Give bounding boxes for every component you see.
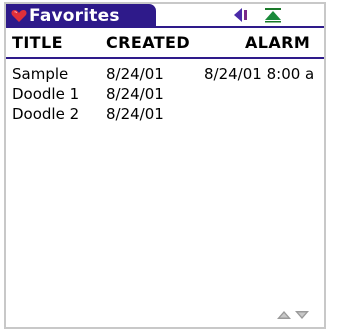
heart-icon (11, 10, 27, 22)
scroll-down-icon[interactable] (294, 310, 310, 320)
item-created: 8/24/01 (106, 65, 164, 83)
scroll-arrows (276, 310, 310, 320)
column-header-created[interactable]: CREATED (106, 33, 190, 52)
column-header-row: TITLE CREATED ALARM (12, 31, 320, 55)
title-tab[interactable]: Favorites (6, 4, 156, 28)
column-header-title[interactable]: TITLE (12, 33, 63, 52)
column-header-alarm[interactable]: ALARM (245, 33, 310, 52)
favorites-list: Sample 8/24/01 8/24/01 8:00 a Doodle 1 8… (12, 65, 324, 125)
item-title: Sample (12, 65, 69, 83)
back-arrow-icon[interactable] (233, 7, 251, 23)
item-created: 8/24/01 (106, 105, 164, 123)
list-item[interactable]: Sample 8/24/01 8/24/01 8:00 a (12, 65, 324, 85)
item-title: Doodle 2 (12, 105, 80, 123)
palm-screen: Favorites TITLE CREATED ALARM Sample 8/2… (4, 2, 326, 329)
header-rule (6, 57, 324, 59)
scroll-up-icon[interactable] (276, 310, 292, 320)
item-title: Doodle 1 (12, 85, 80, 103)
app-title: Favorites (29, 6, 120, 26)
list-item[interactable]: Doodle 2 8/24/01 (12, 105, 324, 125)
item-created: 8/24/01 (106, 85, 164, 103)
scroll-to-top-icon[interactable] (263, 7, 283, 23)
item-alarm: 8/24/01 8:00 a (204, 65, 315, 83)
list-item[interactable]: Doodle 1 8/24/01 (12, 85, 324, 105)
toolbar (233, 7, 283, 23)
